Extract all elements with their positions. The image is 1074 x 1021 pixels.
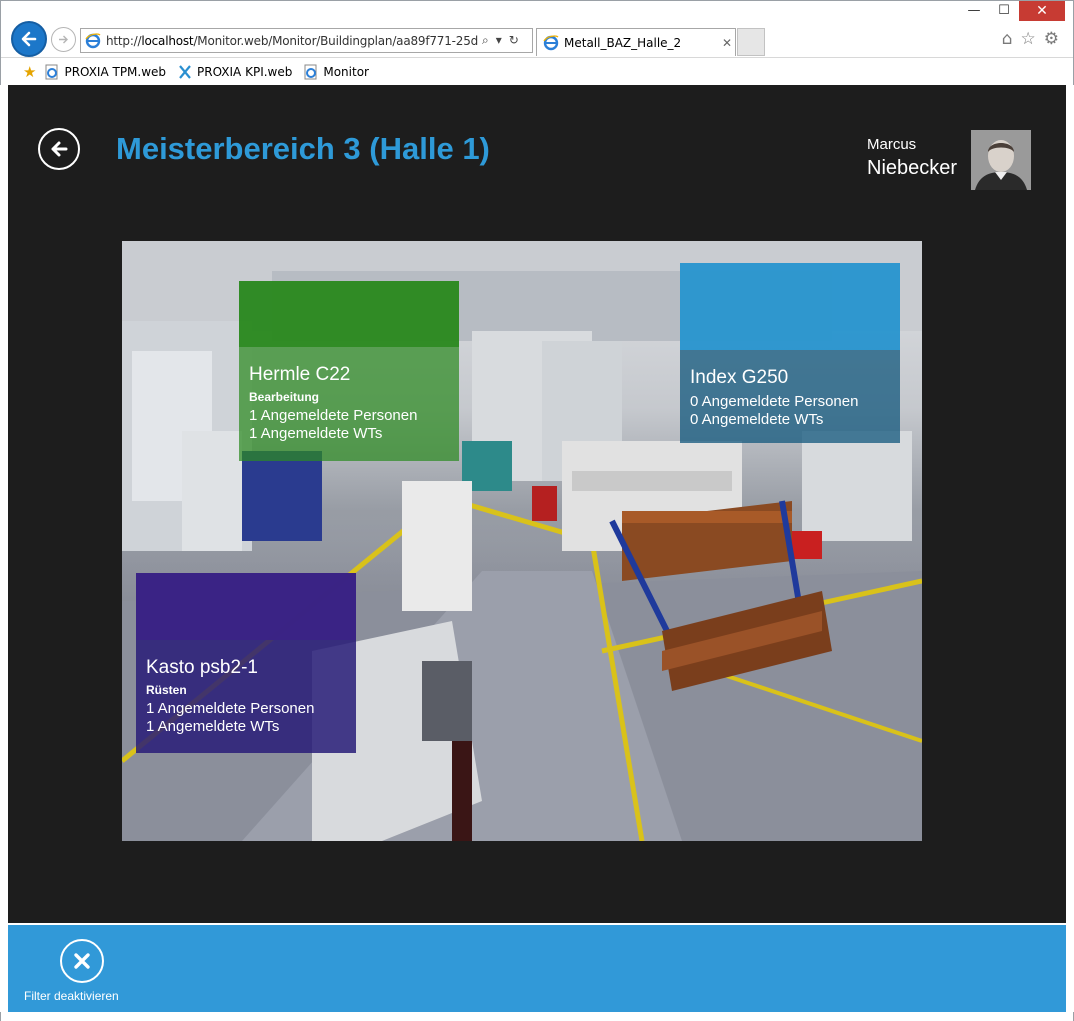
machine-tile-hermle[interactable]: Hermle C22 Bearbeitung 1 Angemeldete Per… (239, 281, 459, 461)
machine-tile-kasto[interactable]: Kasto psb2-1 Rüsten 1 Angemeldete Person… (136, 573, 356, 753)
monitor-app: Meisterbereich 3 (Halle 1) Marcus Niebec… (8, 85, 1066, 923)
avatar[interactable] (971, 130, 1031, 190)
ie-page-icon (45, 64, 58, 79)
machine-tile-index[interactable]: Index G250 0 Angemeldete Personen 0 Ange… (680, 263, 900, 443)
ie-page-icon (85, 32, 101, 48)
status-color-band (680, 263, 900, 350)
ie-page-icon (304, 64, 317, 79)
favorites-bar: ★ PROXIA TPM.web PROXIA KPI.web Monitor (1, 57, 1073, 85)
machine-persons: 1 Angemeldete Personen (249, 407, 418, 424)
browser-forward-button[interactable] (51, 27, 76, 52)
url-scheme: http:// (106, 33, 142, 48)
bottom-app-bar: Filter deaktivieren (8, 925, 1066, 1012)
user-photo (971, 130, 1031, 190)
close-icon (74, 953, 90, 969)
favorite-label: Monitor (323, 64, 369, 79)
new-tab-button[interactable] (737, 28, 765, 56)
machine-status: Bearbeitung (249, 390, 320, 404)
home-icon[interactable]: ⌂ (1002, 29, 1013, 49)
machine-name: Index G250 (690, 367, 789, 388)
search-icon[interactable]: ⌕ (482, 33, 489, 48)
machine-wts: 1 Angemeldete WTs (249, 425, 383, 442)
favorite-link-kpi[interactable]: PROXIA KPI.web (177, 64, 292, 80)
filter-deactivate-button[interactable] (60, 939, 104, 983)
arrow-left-icon (21, 31, 37, 47)
url-path: /Monitor.web/Monitor/Buildingplan/aa89f7… (193, 33, 478, 48)
user-last-name: Niebecker (867, 157, 958, 179)
proxia-x-icon (179, 64, 191, 79)
close-window-button[interactable]: ✕ (1019, 1, 1065, 21)
arrow-right-icon (59, 35, 68, 44)
maximize-button[interactable]: ☐ (989, 1, 1019, 21)
favorite-label: PROXIA KPI.web (197, 64, 293, 79)
address-bar[interactable]: http://localhost/Monitor.web/Monitor/Bui… (80, 28, 533, 53)
tab-active[interactable]: Metall_BAZ_Halle_2 ✕ (536, 28, 736, 56)
favorite-label: PROXIA TPM.web (64, 64, 167, 79)
gear-icon[interactable]: ⚙ (1044, 29, 1059, 49)
favorites-star-icon[interactable]: ☆ (1021, 29, 1036, 49)
user-first-name: Marcus (867, 136, 917, 153)
minimize-button[interactable]: — (959, 1, 989, 21)
building-plan: Hermle C22 Bearbeitung 1 Angemeldete Per… (122, 241, 922, 841)
browser-toolbar-icons: ⌂ ☆ ⚙ (1002, 29, 1059, 49)
back-button[interactable] (38, 128, 80, 170)
machine-status: Rüsten (146, 683, 187, 697)
favorite-link-monitor[interactable]: Monitor (303, 64, 369, 80)
machine-wts: 1 Angemeldete WTs (146, 718, 280, 735)
filter-deactivate-label: Filter deaktivieren (24, 989, 119, 1003)
machine-name: Hermle C22 (249, 364, 351, 385)
favorites-star-add-icon[interactable]: ★ (23, 63, 36, 81)
address-tools: ⌕ ▾ ↻ (482, 33, 519, 48)
favorite-link-tpm[interactable]: PROXIA TPM.web (44, 64, 166, 80)
browser-back-button[interactable] (11, 21, 47, 57)
machine-persons: 1 Angemeldete Personen (146, 700, 315, 717)
arrow-left-icon (51, 141, 68, 157)
status-color-band (239, 281, 459, 347)
tab-title: Metall_BAZ_Halle_2 (564, 35, 682, 50)
machine-wts: 0 Angemeldete WTs (690, 411, 824, 428)
tab-close-icon[interactable]: ✕ (722, 36, 732, 50)
dropdown-icon[interactable]: ▾ (496, 33, 502, 48)
window-controls: — ☐ ✕ (959, 1, 1065, 23)
status-color-band (136, 573, 356, 640)
page-title: Meisterbereich 3 (Halle 1) (116, 131, 490, 166)
window-frame-bottom (0, 1012, 1074, 1021)
machine-persons: 0 Angemeldete Personen (690, 393, 859, 410)
machine-name: Kasto psb2-1 (146, 657, 258, 678)
refresh-icon[interactable]: ↻ (509, 33, 519, 48)
ie-page-icon (543, 34, 559, 50)
url-host: localhost (141, 33, 194, 48)
browser-chrome: — ☐ ✕ http://localhost/Monitor.web/Monit… (0, 0, 1074, 85)
address-url[interactable]: http://localhost/Monitor.web/Monitor/Bui… (106, 34, 478, 48)
